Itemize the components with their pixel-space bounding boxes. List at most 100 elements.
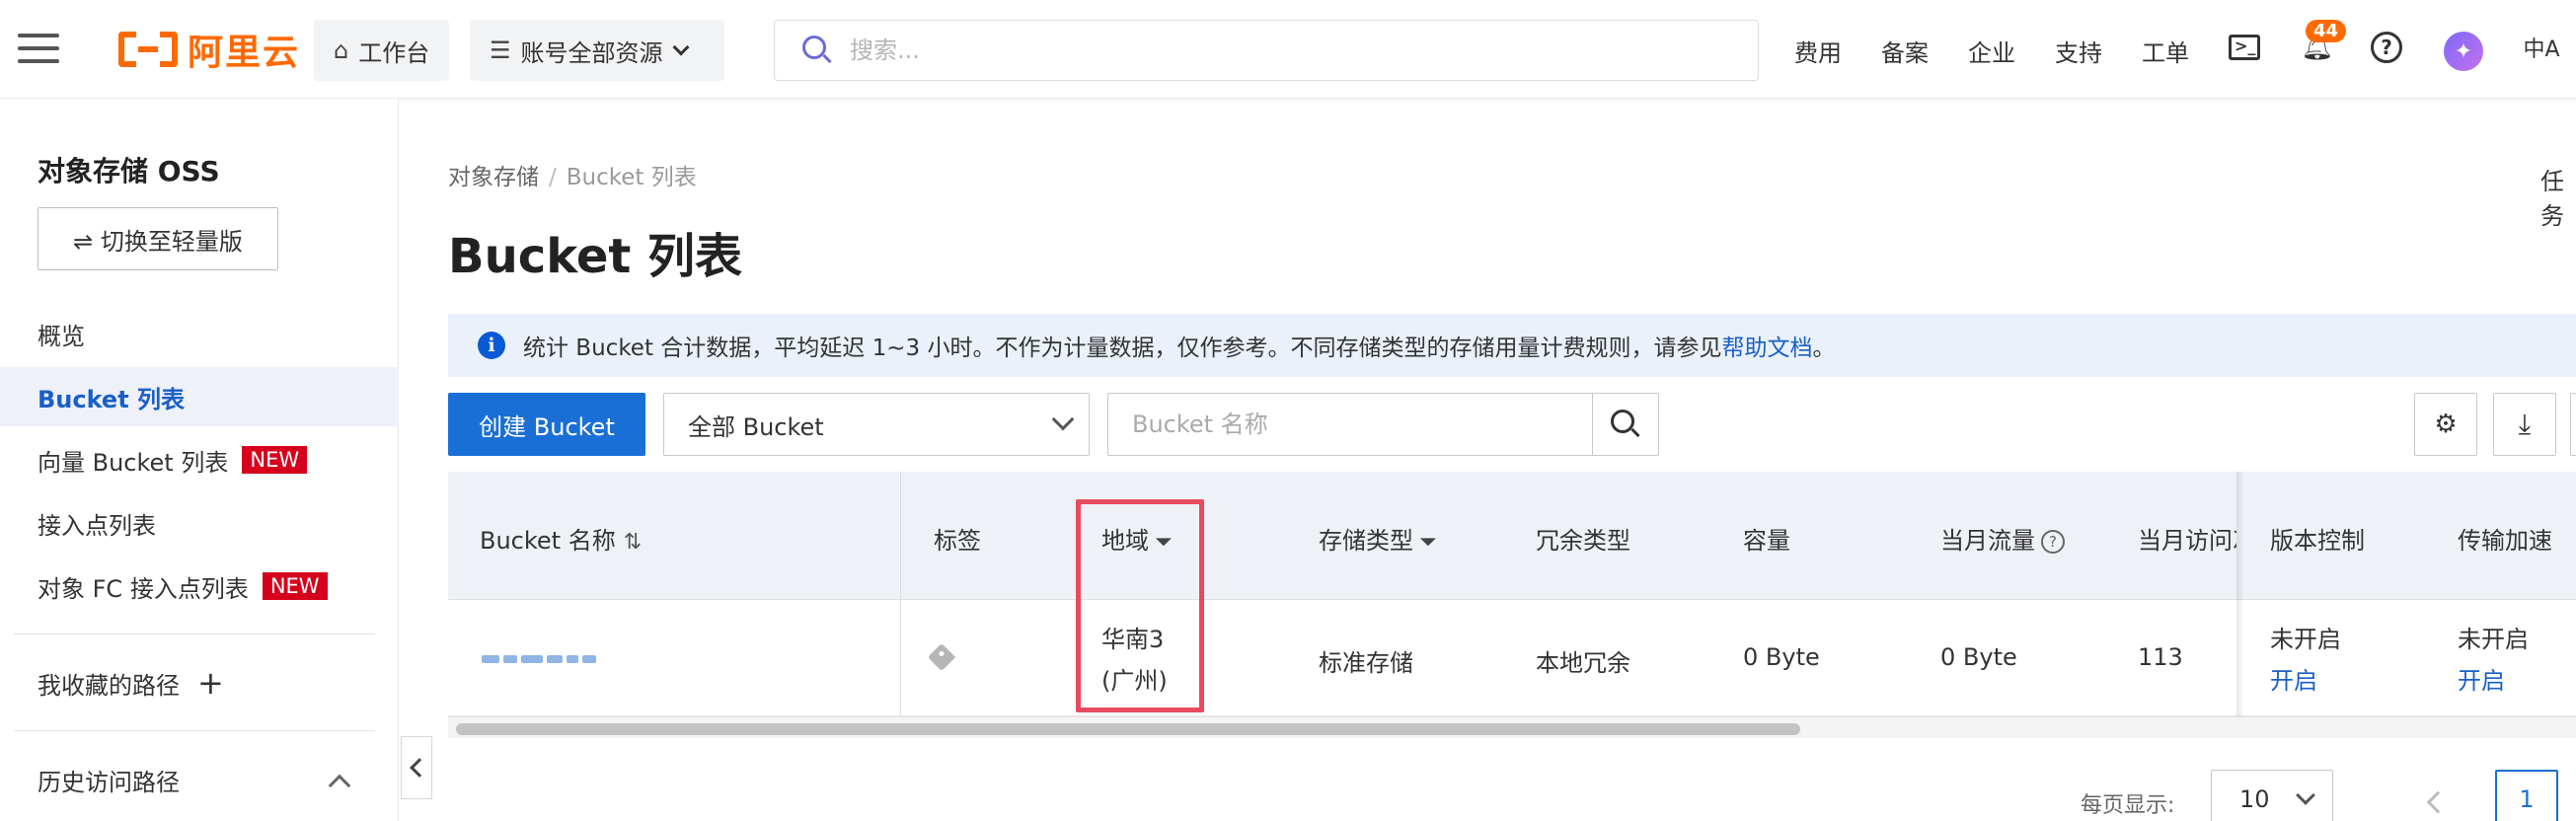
history-label: 历史访问路径 xyxy=(38,768,180,796)
previous-page-button[interactable] xyxy=(2426,784,2450,818)
breadcrumb-root[interactable]: 对象存储 xyxy=(448,165,539,190)
brand-name: 阿里云 xyxy=(188,33,301,73)
bucket-filter-select[interactable]: 全部 Bucket xyxy=(663,393,1090,456)
create-bucket-button[interactable]: 创建 Bucket xyxy=(448,393,645,456)
aliyun-logo-mark-icon xyxy=(118,30,178,69)
page-number-current[interactable]: 1 xyxy=(2495,770,2558,821)
resources-label: 账号全部资源 xyxy=(520,38,663,67)
sidebar-title: 对象存储 OSS xyxy=(38,155,220,187)
stack-icon: ☰ xyxy=(490,37,511,64)
sidebar-item-vector-bucket-list[interactable]: 向量 Bucket 列表 NEW xyxy=(0,430,399,489)
scrollbar-thumb[interactable] xyxy=(456,723,1800,735)
filter-icon: ⏷ xyxy=(1419,530,1437,555)
sidebar-item-overview[interactable]: 概览 xyxy=(0,304,399,363)
top-bar: 阿里云 ⌂ 工作台 ☰ 账号全部资源 费用 备案 企业 支持 工单 >_ 🔔︎ … xyxy=(0,0,2576,99)
task-link[interactable]: 任务 xyxy=(2540,162,2576,231)
versioning-status: 未开启 xyxy=(2270,626,2341,653)
chevron-down-icon xyxy=(1051,408,1075,431)
storage-class-value: 标准存储 xyxy=(1319,649,1413,677)
menu-icon[interactable] xyxy=(18,32,59,65)
col-header-requests: 当月访问次数 xyxy=(2138,527,2236,555)
home-icon: ⌂ xyxy=(334,37,349,64)
global-search-input[interactable] xyxy=(850,37,1541,64)
help-icon[interactable]: ? xyxy=(2369,30,2404,65)
col-header-storage-class[interactable]: 存储类型 ⏷ xyxy=(1319,521,1437,556)
nav-support[interactable]: 支持 xyxy=(2055,34,2102,68)
sidebar-item-bucket-list[interactable]: Bucket 列表 xyxy=(0,367,399,426)
help-doc-link[interactable]: 帮助文档 xyxy=(1721,329,1812,362)
sidebar-item-label: 概览 xyxy=(38,322,85,350)
table-horizontal-scrollbar[interactable] xyxy=(448,716,2576,738)
page-size-select[interactable]: 10 xyxy=(2211,770,2333,821)
question-icon: ? xyxy=(2041,530,2065,554)
download-button[interactable]: ⤓ xyxy=(2493,393,2556,456)
terminal-icon[interactable]: >_ xyxy=(2227,30,2262,65)
language-icon[interactable]: 中A xyxy=(2517,30,2566,65)
nav-billing[interactable]: 费用 xyxy=(1794,34,1842,68)
col-header-versioning: 版本控制 xyxy=(2270,527,2365,555)
plus-icon[interactable]: + xyxy=(197,667,224,699)
requests-value: 113 xyxy=(2138,643,2183,671)
page-size-label: 每页显示: xyxy=(2081,793,2175,818)
breadcrumb: 对象存储 / Bucket 列表 xyxy=(448,158,697,191)
bucket-filter-value: 全部 Bucket xyxy=(688,412,824,441)
col-header-redundancy: 冗余类型 xyxy=(1536,527,1630,555)
avatar[interactable]: ✦ xyxy=(2444,32,2483,71)
global-search[interactable] xyxy=(774,20,1759,81)
nav-icp[interactable]: 备案 xyxy=(1881,34,1929,68)
more-toolbar-button[interactable] xyxy=(2570,393,2576,456)
page-title: Bucket 列表 xyxy=(448,229,743,284)
enable-acceleration-link[interactable]: 开启 xyxy=(2458,661,2505,696)
col-header-acceleration: 传输加速 xyxy=(2458,527,2552,555)
col-header-name[interactable]: Bucket 名称 ⇅ xyxy=(480,521,642,556)
workbench-label: 工作台 xyxy=(358,38,430,67)
bucket-search-input[interactable] xyxy=(1132,410,1547,438)
aliyun-logo[interactable]: 阿里云 xyxy=(118,26,300,73)
collapse-sidebar-button[interactable] xyxy=(401,736,432,799)
sidebar-divider xyxy=(14,730,375,731)
column-separator xyxy=(900,600,901,715)
tag-icon[interactable] xyxy=(927,642,956,672)
col-header-traffic: 当月流量? xyxy=(1940,521,2065,556)
notice-text: 统计 Bucket 合计数据，平均延迟 1~3 小时。不作为计量数据，仅作参考。… xyxy=(523,336,1722,361)
gear-icon: ⚙ xyxy=(2434,410,2458,439)
acceleration-status: 未开启 xyxy=(2458,626,2529,653)
table-header: Bucket 名称 ⇅ 标签 地域 ⏷ 存储类型 ⏷ 冗余类型 容量 当月流量? 当月… xyxy=(448,472,2576,600)
column-separator xyxy=(900,472,901,599)
chevron-up-icon[interactable] xyxy=(328,774,351,797)
enable-versioning-link[interactable]: 开启 xyxy=(2270,661,2317,696)
info-notice: i 统计 Bucket 合计数据，平均延迟 1~3 小时。不作为计量数据，仅作参… xyxy=(448,314,2576,377)
sidebar-history[interactable]: 历史访问路径 xyxy=(0,750,399,809)
sidebar: 对象存储 OSS ⇌ 切换至轻量版 概览 Bucket 列表 向量 Bucket… xyxy=(0,99,399,821)
sidebar-item-access-points[interactable]: 接入点列表 xyxy=(0,493,399,553)
sidebar-favorites[interactable]: 我收藏的路径 + xyxy=(0,653,399,712)
redundancy-value: 本地冗余 xyxy=(1536,649,1630,677)
col-header-capacity: 容量 xyxy=(1743,527,1790,555)
settings-button[interactable]: ⚙ xyxy=(2414,393,2477,456)
favorites-label: 我收藏的路径 xyxy=(38,671,180,700)
nav-enterprise[interactable]: 企业 xyxy=(1968,34,2015,68)
workbench-button[interactable]: ⌂ 工作台 xyxy=(314,20,450,81)
notice-end: 。 xyxy=(1812,336,1836,361)
chevron-down-icon xyxy=(2296,785,2315,805)
new-badge: NEW xyxy=(262,572,328,600)
bucket-name-link[interactable] xyxy=(482,655,596,663)
nav-tickets[interactable]: 工单 xyxy=(2142,34,2189,68)
sort-icon: ⇅ xyxy=(623,530,643,555)
sidebar-item-label: 向量 Bucket 列表 xyxy=(38,448,229,477)
search-icon xyxy=(1611,410,1640,439)
info-icon: i xyxy=(478,332,505,359)
sidebar-item-fc-access-points[interactable]: 对象 FC 接入点列表 NEW xyxy=(0,557,399,616)
fixed-column-shadow xyxy=(2236,472,2244,716)
chevron-left-icon xyxy=(410,758,429,778)
sidebar-item-label: 接入点列表 xyxy=(38,511,156,540)
switch-lite-button[interactable]: ⇌ 切换至轻量版 xyxy=(38,207,278,270)
breadcrumb-current: Bucket 列表 xyxy=(566,165,697,190)
resources-dropdown[interactable]: ☰ 账号全部资源 xyxy=(470,20,724,81)
bucket-search-field[interactable] xyxy=(1107,393,1593,456)
search-icon xyxy=(802,36,832,65)
traffic-value: 0 Byte xyxy=(1940,643,2017,671)
bucket-search-button[interactable] xyxy=(1592,393,1659,456)
chevron-down-icon xyxy=(672,38,690,56)
col-header-tags: 标签 xyxy=(934,527,981,555)
